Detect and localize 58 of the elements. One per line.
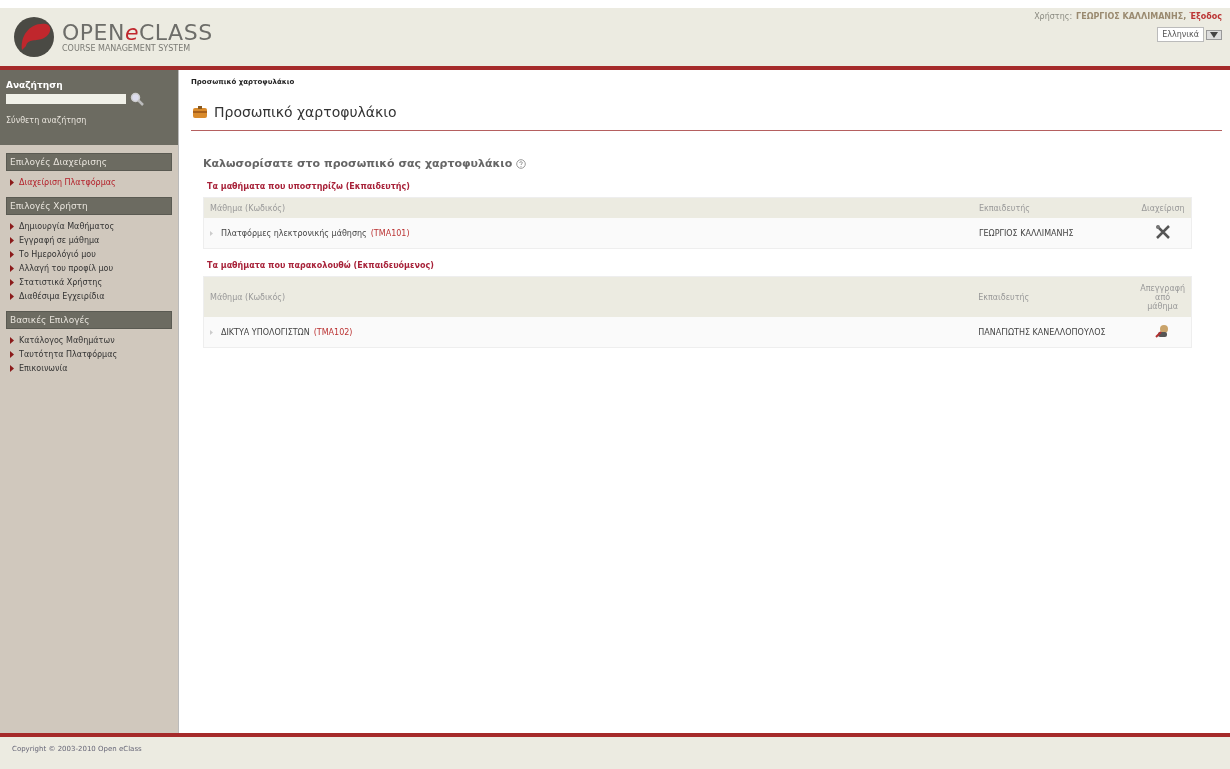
unregister-icon[interactable] bbox=[1154, 323, 1171, 339]
menu-link[interactable]: Στατιστικά Χρήστης bbox=[19, 277, 103, 287]
course-code: (ΤΜΑ101) bbox=[370, 228, 410, 238]
menu-link[interactable]: Δημιουργία Μαθήματος bbox=[19, 221, 115, 231]
logo-icon bbox=[12, 16, 56, 58]
tools-icon[interactable] bbox=[1155, 224, 1171, 240]
course-code: (ΤΜΑ102) bbox=[313, 327, 353, 337]
table-heading: Τα μαθήματα που υποστηρίζω (Εκπαιδευτής) bbox=[207, 182, 411, 191]
bullet-icon bbox=[210, 230, 213, 236]
section-header: Επιλογές Χρήστη bbox=[6, 197, 172, 215]
column-header: Μάθημα (Κωδικός) bbox=[203, 276, 973, 317]
welcome-heading: Καλωσορίσατε στο προσωπικό σας χαρτοφυλάκιο bbox=[203, 157, 513, 170]
help-icon[interactable] bbox=[516, 158, 527, 169]
column-header: Εκπαιδευτής bbox=[972, 276, 1135, 317]
menu-link[interactable]: Κατάλογος Μαθημάτων bbox=[19, 335, 115, 345]
advanced-search-link[interactable]: Σύνθετη αναζήτηση bbox=[6, 116, 87, 125]
menu-link[interactable]: Αλλαγή του προφίλ μου bbox=[19, 263, 114, 273]
bullet-icon bbox=[10, 364, 14, 372]
bullet-icon bbox=[10, 350, 14, 358]
bullet-icon bbox=[210, 329, 213, 335]
briefcase-icon bbox=[193, 106, 207, 118]
bullet-icon bbox=[10, 336, 14, 344]
menu-link[interactable]: Ταυτότητα Πλατφόρμας bbox=[19, 349, 118, 359]
column-header: Μάθημα (Κωδικός) bbox=[203, 197, 973, 218]
course-link[interactable]: ΔΙΚΤΥΑ ΥΠΟΛΟΓΙΣΤΩΝ bbox=[221, 327, 310, 337]
page-title: Προσωπικό χαρτοφυλάκιο bbox=[214, 104, 397, 120]
bullet-icon bbox=[10, 292, 14, 300]
bullet-icon bbox=[10, 250, 14, 258]
search-field[interactable] bbox=[6, 94, 126, 104]
section-header: Επιλογές Διαχείρισης bbox=[6, 153, 172, 171]
menu-link[interactable]: Το Ημερολόγιό μου bbox=[19, 249, 96, 259]
search-icon[interactable] bbox=[130, 92, 144, 106]
menu-link[interactable]: Διαχείριση Πλατφόρμας bbox=[19, 177, 116, 187]
language-select[interactable]: Ελληνικά bbox=[1157, 27, 1204, 42]
bullet-icon bbox=[10, 222, 14, 230]
menu-link[interactable]: Διαθέσιμα Εγχειρίδια bbox=[19, 291, 105, 301]
course-link[interactable]: Πλατφόρμες ηλεκτρονικής μάθησης bbox=[221, 228, 367, 238]
bullet-icon bbox=[10, 278, 14, 286]
search-title: Αναζήτηση bbox=[6, 80, 64, 90]
table-heading: Τα μαθήματα που παρακολουθώ (Εκπαιδευόμενος) bbox=[207, 261, 435, 270]
menu-link[interactable]: Επικοινωνία bbox=[19, 363, 68, 373]
column-header: Διαχείριση bbox=[1135, 197, 1192, 218]
user-name: ΓΕΩΡΓΙΟΣ ΚΑΛΛΙΜΑΝΗΣ, bbox=[1076, 12, 1187, 21]
menu-link[interactable]: Εγγραφή σε μάθημα bbox=[19, 235, 100, 245]
user-label: Χρήστης: bbox=[1034, 12, 1073, 21]
logout-link[interactable]: Έξοδος bbox=[1189, 12, 1222, 21]
teacher-name: ΓΕΩΡΓΙΟΣ ΚΑΛΛΙΜΑΝΗΣ bbox=[979, 228, 1074, 238]
logo-title: OPENeCLASS bbox=[62, 21, 213, 44]
bullet-icon bbox=[10, 264, 14, 272]
teacher-name: ΠΑΝΑΓΙΩΤΗΣ ΚΑΝΕΛΛΟΠΟΥΛΟΣ bbox=[978, 327, 1106, 337]
caret-icon bbox=[1210, 31, 1218, 38]
section-header: Βασικές Επιλογές bbox=[6, 311, 172, 329]
bullet-icon bbox=[10, 236, 14, 244]
dropdown-button[interactable] bbox=[1206, 29, 1222, 40]
bullet-icon bbox=[10, 178, 14, 186]
column-header: Απεγγραφή από μάθημα bbox=[1134, 276, 1192, 317]
logo-subtitle: COURSE MANAGEMENT SYSTEM bbox=[62, 43, 192, 53]
column-header: Εκπαιδευτής bbox=[973, 197, 1135, 218]
